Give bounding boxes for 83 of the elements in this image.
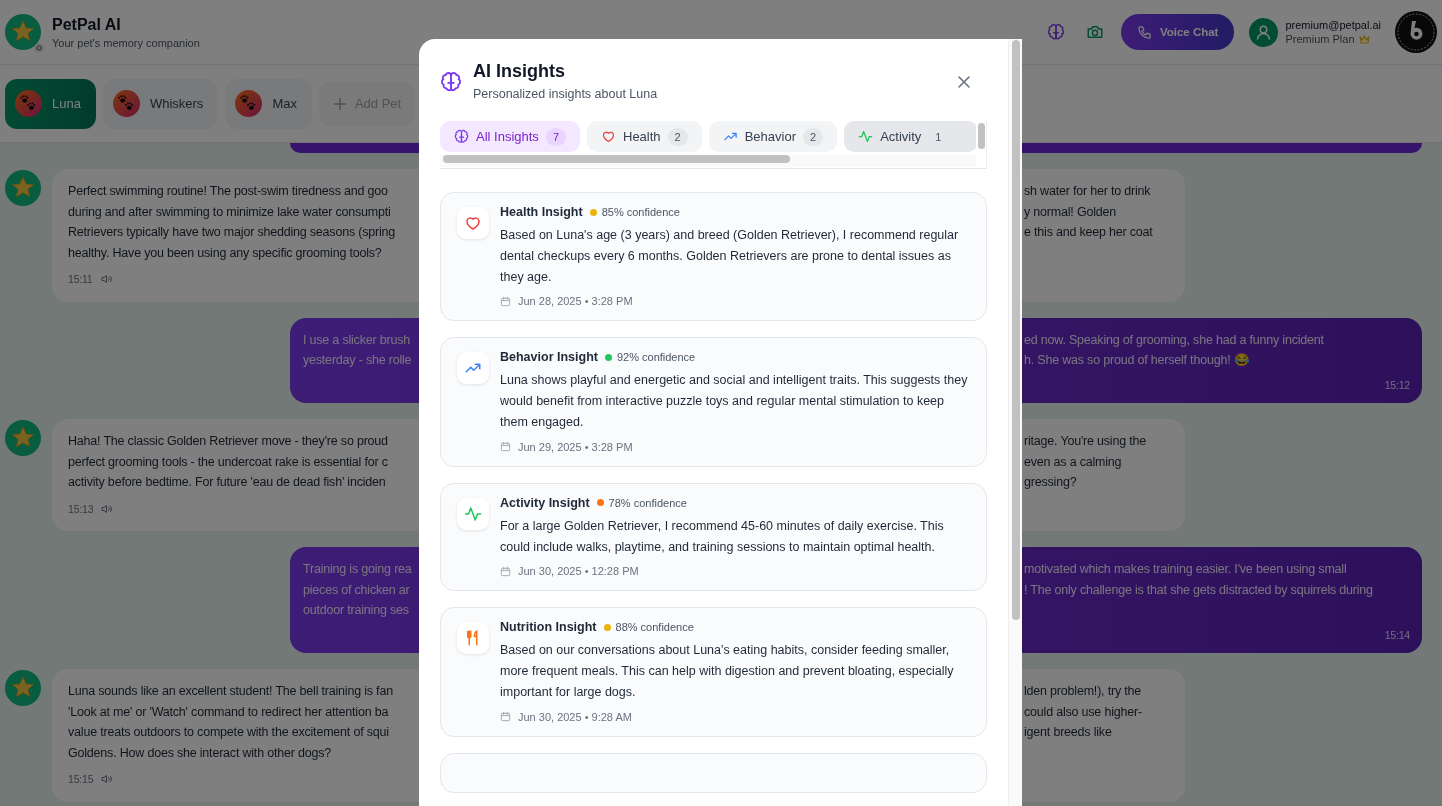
message-text: lden problem!), try the could also use higher- igent breeds like: [1024, 683, 1142, 741]
confidence-label: 85% confidence: [601, 206, 680, 218]
calendar-icon: [500, 565, 511, 577]
gear-icon: [34, 43, 44, 53]
heart-icon: [601, 129, 616, 144]
insight-text: For a large Golden Retriever, I recommend 45-60 minutes of daily exercise. This could include walks, playtime, and training sessions to maintain optimal health.: [500, 517, 945, 556]
message-time: 15:11: [68, 272, 93, 287]
dialog-title: AI Insights: [473, 61, 566, 82]
confidence-label: 78% confidence: [608, 496, 687, 509]
scrollbar-thumb[interactable]: [443, 155, 790, 163]
message-text: sh water for her to drink y normal! Golden e this and keep her coat: [1024, 183, 1153, 241]
message-text: Training is going rea pieces of chicken ar outdoor training ses: [303, 561, 413, 619]
pet-tab[interactable]: Max: [225, 78, 312, 129]
confidence-label: 92% confidence: [616, 351, 696, 364]
brain-icon: [440, 71, 462, 93]
app-title: PetPal AI: [52, 15, 122, 34]
close-icon: [957, 75, 971, 89]
app-subtitle: Your pet's memory companion: [52, 36, 200, 49]
star-avatar-icon: [5, 420, 41, 456]
filter-tab[interactable]: Behavior 2: [708, 121, 838, 152]
voice-chat-button[interactable]: Voice Chat: [1120, 14, 1235, 50]
brain-icon: [454, 129, 469, 144]
insight-date: Jun 30, 2025 • 9:28 AM: [518, 710, 632, 723]
calendar-icon: [500, 711, 511, 723]
filter-tab[interactable]: Activity 1: [844, 121, 976, 152]
camera-icon: [1085, 23, 1104, 41]
paw-icon: [15, 90, 42, 117]
filter-tab[interactable]: Health 2: [587, 121, 702, 152]
message-text: I use a slicker brush yesterday - she rolle: [303, 331, 413, 369]
message-text: Perfect swimming routine! The post-swim tiredness and goo during and after swimming to minimize lake water consumpti Retrievers typically have two major shedding seasons (spring healthy. Have you been using any specific grooming tools?: [68, 183, 397, 262]
scrollbar-thumb[interactable]: [1012, 40, 1020, 620]
scrollbar[interactable]: [440, 155, 976, 167]
message-time: 15:14: [1384, 627, 1410, 643]
message-text: Haha! The classic Golden Retriever move - they're so proud perfect grooming tools - the undercoat rake is essential for c activity before bedtime. For future 'eau de dead fish' inciden: [68, 433, 389, 491]
insight-text: Based on our conversations about Luna's eating habits, consider feeding smaller, more frequent meals. This can help with digestion and prevent bloating, especially important for large dogs.: [500, 642, 955, 701]
star-avatar-icon: [5, 670, 41, 706]
message-time: 15:15: [68, 772, 94, 787]
insight-title: Behavior Insight: [500, 350, 598, 365]
crown-icon: [1358, 34, 1370, 44]
brain-icon: [1046, 23, 1065, 41]
pulse-icon: [464, 504, 482, 523]
insight-date: Jun 30, 2025 • 12:28 PM: [518, 565, 639, 578]
message-text: motivated which makes training easier. I've been using small ! The only challenge is that she gets distracted by squirrels during: [1024, 561, 1373, 599]
round-badge-icon: [1395, 11, 1437, 53]
insight-title: Health Insight: [500, 205, 583, 219]
speaker-icon[interactable]: [101, 503, 113, 514]
confidence-label: 88% confidence: [615, 621, 694, 634]
insight-date: Jun 28, 2025 • 3:28 PM: [518, 295, 633, 308]
count-badge: 2: [667, 127, 688, 146]
star-avatar-icon: [5, 14, 41, 50]
message-text: Luna sounds like an excellent student! The bell training is fan 'Look at me' or 'Watch' command to redirect her attention ba value treats outdoors to compete with the excitement of squi Goldens. How does she interact with other dogs?: [68, 683, 394, 762]
scrollbar-thumb[interactable]: [978, 123, 985, 149]
dialog-subtitle: Personalized insights about Luna: [473, 87, 659, 101]
insight-date: Jun 29, 2025 • 3:28 PM: [518, 440, 633, 453]
insight-text: Based on Luna's age (3 years) and breed (Golden Retriever), I recommend regular dental checkups every 6 months. Golden Retrievers are prone to dental issues as they age.: [500, 227, 960, 286]
user-email: premium@petpal.ai: [1285, 19, 1381, 31]
phone-icon: [1136, 24, 1152, 40]
plan-label: Premium Plan: [1285, 33, 1355, 45]
message-time: 15:12: [1384, 377, 1410, 393]
insight-title: Nutrition Insight: [500, 620, 597, 635]
star-avatar-icon: [5, 170, 41, 206]
insight-text: Luna shows playful and energetic and social and intelligent traits. This suggests they would benefit from interactive puzzle toys and regular mental stimulation to keep them engaged.: [500, 372, 969, 431]
count-badge: 2: [803, 127, 824, 146]
message-text: ed now. Speaking of grooming, she had a funny incident h. She was so proud of herself though! 😂: [1024, 331, 1324, 369]
speaker-icon[interactable]: [100, 274, 112, 285]
pet-tab[interactable]: Luna: [5, 78, 96, 129]
pet-tab[interactable]: Whiskers: [102, 78, 219, 129]
message-time: 15:13: [68, 501, 94, 517]
plus-icon: [332, 96, 347, 111]
filter-tab[interactable]: All Insights 7: [440, 121, 580, 152]
calendar-icon: [500, 441, 511, 453]
count-badge: 7: [545, 127, 566, 146]
paw-icon: [112, 90, 140, 117]
message-text: ritage. You're using the even as a calming gressing?: [1024, 433, 1146, 491]
insight-title: Activity Insight: [500, 495, 590, 510]
pulse-icon: [858, 129, 874, 144]
calendar-icon: [500, 295, 511, 307]
paw-icon: [235, 90, 263, 117]
scrollbar[interactable]: [1008, 39, 1022, 806]
close-button[interactable]: [955, 73, 973, 91]
heart-icon: [464, 214, 482, 232]
user-avatar-icon: [1249, 17, 1279, 47]
speaker-icon[interactable]: [101, 774, 113, 785]
